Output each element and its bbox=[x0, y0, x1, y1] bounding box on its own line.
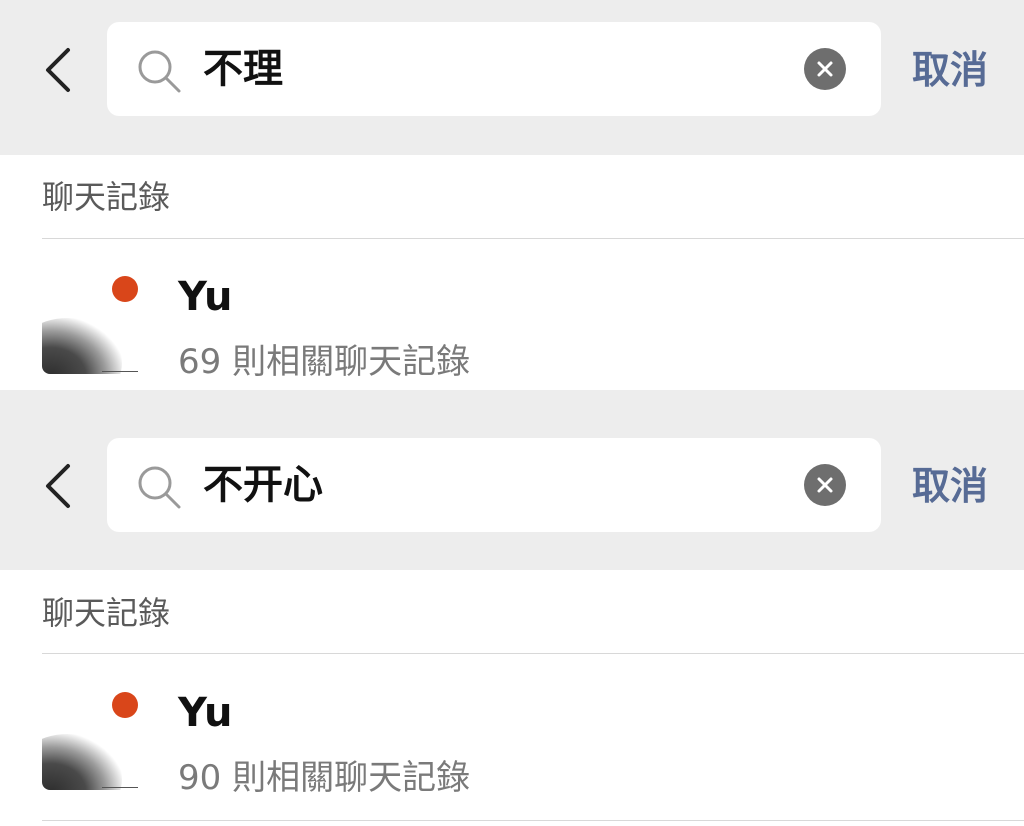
result-name[interactable]: Yu bbox=[178, 274, 233, 320]
search-screen-1: 不理 取消 聊天記錄 Yu 69 則相關聊天記錄 bbox=[0, 0, 1024, 390]
divider bbox=[42, 820, 1024, 821]
avatar-shadow bbox=[42, 318, 122, 374]
result-count: 90 則相關聊天記錄 bbox=[178, 758, 471, 798]
avatar-sun-dot bbox=[112, 692, 138, 718]
search-query-text[interactable]: 不理 bbox=[203, 22, 283, 116]
avatar-shadow bbox=[42, 734, 122, 790]
avatar-line bbox=[102, 371, 138, 372]
avatar-line bbox=[102, 787, 138, 788]
clear-icon[interactable] bbox=[804, 464, 846, 506]
back-chevron-icon[interactable] bbox=[38, 44, 82, 96]
result-name[interactable]: Yu bbox=[178, 690, 233, 736]
search-input[interactable]: 不理 bbox=[107, 22, 881, 116]
divider bbox=[42, 653, 1024, 654]
cancel-button[interactable]: 取消 bbox=[912, 416, 988, 556]
avatar-sun-dot bbox=[112, 276, 138, 302]
search-icon bbox=[135, 463, 183, 511]
divider bbox=[42, 238, 1024, 239]
search-input[interactable]: 不开心 bbox=[107, 438, 881, 532]
back-chevron-icon[interactable] bbox=[38, 460, 82, 512]
result-count: 69 則相關聊天記錄 bbox=[178, 342, 471, 382]
section-title: 聊天記錄 bbox=[42, 594, 171, 632]
search-header: 不理 取消 bbox=[0, 0, 1024, 155]
cancel-button[interactable]: 取消 bbox=[912, 0, 988, 140]
clear-icon[interactable] bbox=[804, 48, 846, 90]
avatar[interactable] bbox=[42, 270, 142, 374]
avatar[interactable] bbox=[42, 686, 142, 790]
search-header: 不开心 取消 bbox=[0, 390, 1024, 570]
search-screen-2: 不开心 取消 聊天記錄 Yu 90 則相關聊天記錄 bbox=[0, 390, 1024, 826]
section-title: 聊天記錄 bbox=[42, 178, 171, 216]
search-icon bbox=[135, 47, 183, 95]
search-query-text[interactable]: 不开心 bbox=[203, 438, 323, 532]
